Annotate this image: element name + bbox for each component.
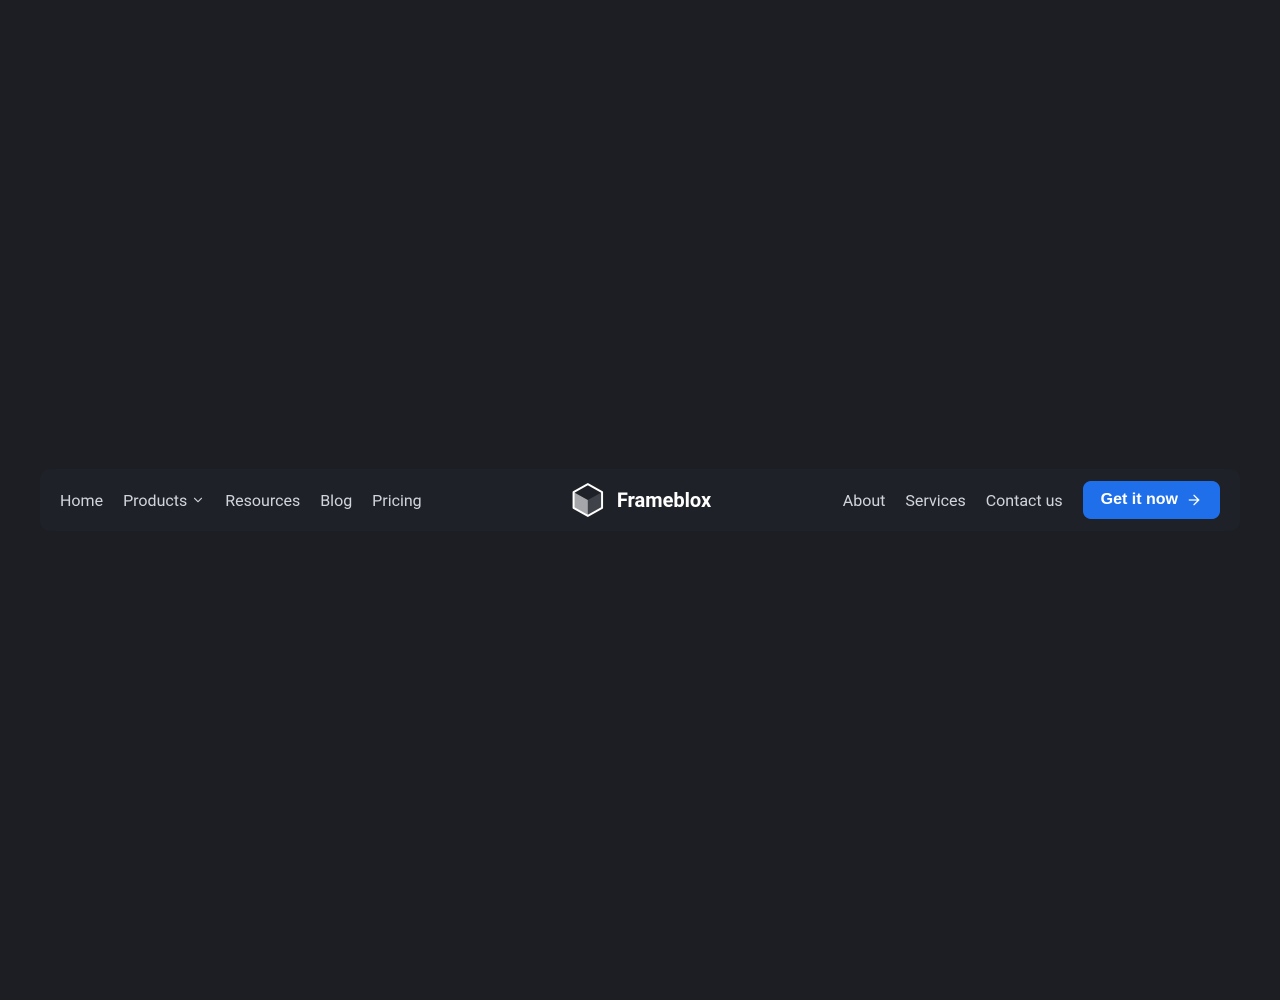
nav-contact[interactable]: Contact us xyxy=(986,491,1063,510)
nav-about[interactable]: About xyxy=(843,491,886,510)
brand-name: Frameblox xyxy=(617,488,711,512)
cta-button[interactable]: Get it now xyxy=(1083,481,1220,519)
nav-home[interactable]: Home xyxy=(60,491,103,510)
nav-pricing-label: Pricing xyxy=(372,491,422,510)
arrow-right-icon xyxy=(1186,492,1202,508)
nav-contact-label: Contact us xyxy=(986,491,1063,510)
nav-left: Home Products Resources Blog Pricing xyxy=(60,491,422,510)
cta-label: Get it now xyxy=(1101,491,1178,509)
nav-about-label: About xyxy=(843,491,886,510)
nav-products-label: Products xyxy=(123,491,187,510)
brand[interactable]: Frameblox xyxy=(569,481,711,519)
chevron-down-icon xyxy=(191,493,205,507)
nav-pricing[interactable]: Pricing xyxy=(372,491,422,510)
nav-blog[interactable]: Blog xyxy=(320,491,352,510)
nav-home-label: Home xyxy=(60,491,103,510)
nav-right: About Services Contact us Get it now xyxy=(843,481,1220,519)
nav-services-label: Services xyxy=(905,491,965,510)
nav-products[interactable]: Products xyxy=(123,491,205,510)
navbar: Home Products Resources Blog Pricing xyxy=(40,469,1240,531)
nav-resources[interactable]: Resources xyxy=(225,491,300,510)
nav-blog-label: Blog xyxy=(320,491,352,510)
nav-services[interactable]: Services xyxy=(905,491,965,510)
nav-resources-label: Resources xyxy=(225,491,300,510)
logo-icon xyxy=(569,481,607,519)
